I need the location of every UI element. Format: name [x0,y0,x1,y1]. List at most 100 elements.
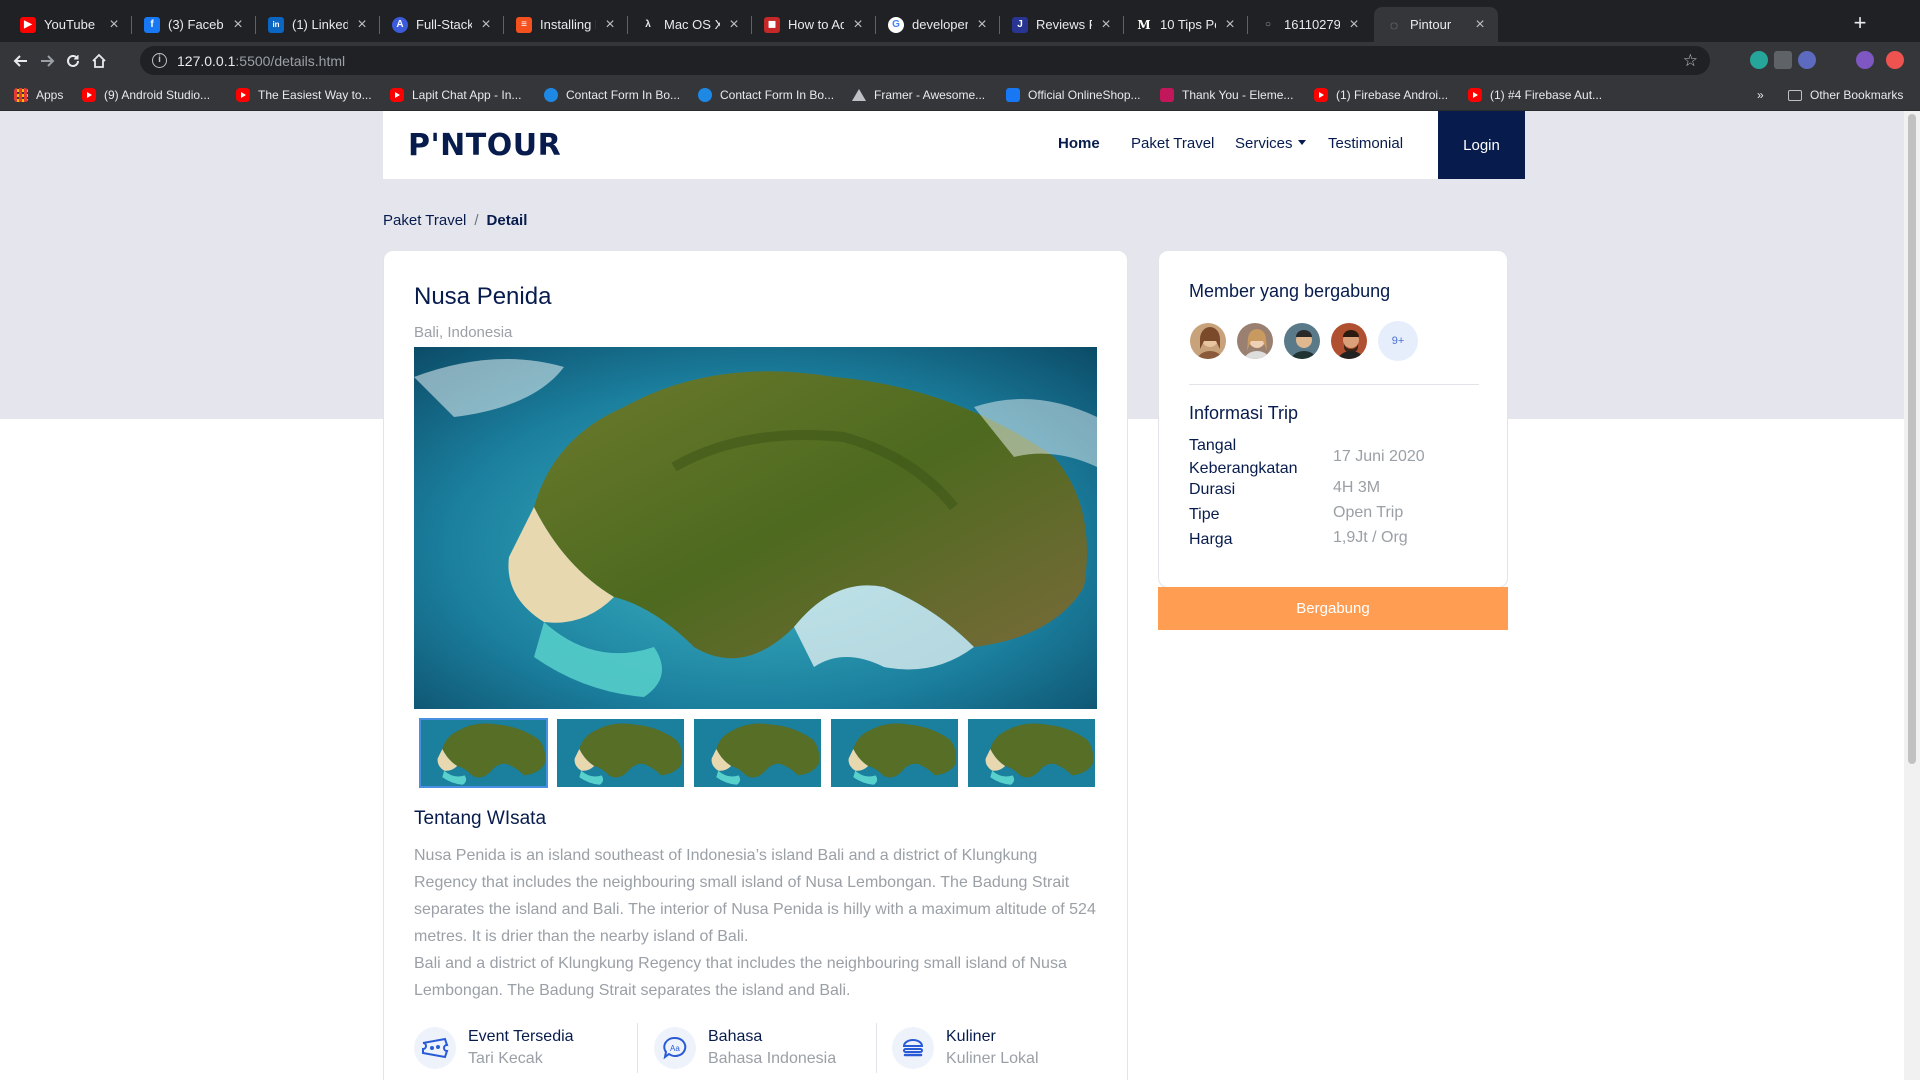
bookmark-item[interactable]: (1) #4 Firebase Aut... [1468,86,1602,104]
bookmark-apps[interactable]: Apps [14,86,63,104]
bookmark-item[interactable]: Contact Form In Bo... [698,86,834,104]
tab-title: developer di pr [912,17,968,32]
trip-value-date: 17 Juni 2020 [1333,448,1425,465]
divider [1189,384,1479,385]
gallery-thumbnail[interactable] [557,719,684,787]
feature-language: Aa Bahasa Bahasa Indonesia [654,1021,836,1075]
browser-tab-reviews[interactable]: J Reviews PT Pru × [1000,7,1124,42]
feature-value: Bahasa Indonesia [708,1050,837,1067]
member-avatar[interactable] [1282,321,1322,361]
extension-icon[interactable] [1798,51,1816,69]
facebook-icon: f [144,16,160,33]
youtube-icon [236,88,250,102]
close-tab-icon[interactable]: × [478,16,494,34]
member-avatar[interactable] [1188,321,1228,361]
browser-tab-macos[interactable]: λ Mac OS X: Set / × [628,7,752,42]
bookmark-label: Other Bookmarks [1810,88,1904,102]
more-bookmarks-button[interactable]: » [1757,86,1764,104]
github-icon: ○ [1260,16,1276,33]
url-path: :5500/details.html [235,52,346,69]
bookmark-item[interactable]: The Easiest Way to... [236,86,372,104]
chevron-down-icon [1297,139,1306,145]
url-host: 127.0.0.1 [177,52,236,69]
tab-title: (3) Facebook [168,17,224,32]
bookmarks-bar: Apps (9) Android Studio... The Easiest W… [0,79,1920,111]
gallery-thumbnail[interactable] [694,719,821,787]
nav-services[interactable]: Services [1235,135,1306,152]
login-button[interactable]: Login [1438,111,1525,179]
browser-tab-linkedin[interactable]: in (1) LinkedIn × [256,7,380,42]
more-members-badge[interactable]: 9+ [1378,321,1418,361]
nav-home[interactable]: Home [1058,135,1100,152]
close-tab-icon[interactable]: × [230,16,246,34]
extension-icon[interactable] [1774,51,1792,69]
reload-button[interactable] [60,48,86,74]
main-photo [414,347,1097,709]
back-button[interactable] [8,48,34,74]
hexagon-icon [698,88,712,102]
close-tab-icon[interactable]: × [850,16,866,34]
linkedin-icon: in [268,16,284,33]
browser-tab-facebook[interactable]: f (3) Facebook × [132,7,256,42]
trip-label-price: Harga [1189,531,1233,548]
folder-icon [1788,89,1802,101]
close-tab-icon[interactable]: × [1346,16,1362,34]
bookmark-item[interactable]: Thank You - Eleme... [1160,86,1293,104]
tab-title: Installing Larav [540,17,596,32]
extension-icon[interactable] [1750,51,1768,69]
scrollbar-thumb[interactable] [1908,114,1916,764]
home-button[interactable] [86,48,112,74]
browser-tab-medium[interactable]: M 10 Tips Penulisa × [1124,7,1248,42]
forward-button[interactable] [34,48,60,74]
bookmark-item[interactable]: Lapit Chat App - In... [390,86,521,104]
site-logo[interactable]: P'NTOUR [408,128,561,163]
bookmark-label: Lapit Chat App - In... [412,88,522,102]
browser-tab-google[interactable]: G developer di pr × [876,7,1000,42]
feature-label: Bahasa [708,1028,763,1045]
site-navbar: P'NTOUR Home Paket Travel Services Testi… [383,111,1525,179]
trip-value-price: 1,9Jt / Org [1333,529,1408,546]
new-tab-button[interactable]: + [1846,10,1874,38]
browser-tab-addlaravel[interactable]: ◼ How to Add Lar × [752,7,876,42]
elementor-icon [1160,88,1174,102]
member-avatar[interactable] [1235,321,1275,361]
close-tab-icon[interactable]: × [354,16,370,34]
browser-tab-fullstack[interactable]: A Full-Stack Web × [380,7,504,42]
address-bar[interactable]: i 127.0.0.1:5500/details.html ☆ [140,46,1710,75]
profile-avatar[interactable] [1856,51,1874,69]
breadcrumb-paket-travel[interactable]: Paket Travel [383,212,466,229]
gallery-thumbnail[interactable] [968,719,1095,787]
bookmark-item[interactable]: Framer - Awesome... [852,86,985,104]
join-button[interactable]: Bergabung [1158,587,1508,630]
tab-title: (1) LinkedIn [292,17,348,32]
browser-tab-github[interactable]: ○ 16110279/PRES × [1248,7,1372,42]
browser-tab-laravel[interactable]: ≡ Installing Larav × [504,7,628,42]
bookmark-label: (1) #4 Firebase Aut... [1490,88,1603,102]
close-tab-icon[interactable]: × [1098,16,1114,34]
bookmark-item[interactable]: Official OnlineShop... [1006,86,1141,104]
close-tab-icon[interactable]: × [106,16,122,34]
gallery-thumbnail[interactable] [831,719,958,787]
nav-testimonial[interactable]: Testimonial [1328,135,1403,152]
bookmark-item[interactable]: (1) Firebase Androi... [1314,86,1448,104]
close-tab-icon[interactable]: × [726,16,742,34]
browser-tab-youtube[interactable]: ▶ YouTube × [8,7,132,42]
gallery-thumbnail[interactable] [419,718,548,788]
bookmark-item[interactable]: Contact Form In Bo... [544,86,680,104]
close-tab-icon[interactable]: × [1472,16,1488,34]
bookmark-item[interactable]: (9) Android Studio... [82,86,210,104]
member-avatar[interactable] [1329,321,1369,361]
bookmark-label: Thank You - Eleme... [1182,88,1294,102]
close-tab-icon[interactable]: × [1222,16,1238,34]
medium-icon: M [1136,16,1152,33]
nav-paket-travel[interactable]: Paket Travel [1131,135,1214,152]
menu-icon[interactable] [1886,51,1904,69]
close-tab-icon[interactable]: × [974,16,990,34]
other-bookmarks[interactable]: Other Bookmarks [1788,86,1903,104]
browser-tab-pintour[interactable]: ◌ Pintour × [1374,7,1498,42]
tab-title: Pintour [1410,17,1452,32]
close-tab-icon[interactable]: × [602,16,618,34]
bookmark-star-icon[interactable]: ☆ [1683,51,1698,71]
info-icon[interactable]: i [152,53,167,68]
feature-event: Event Tersedia Tari Kecak [414,1021,574,1075]
